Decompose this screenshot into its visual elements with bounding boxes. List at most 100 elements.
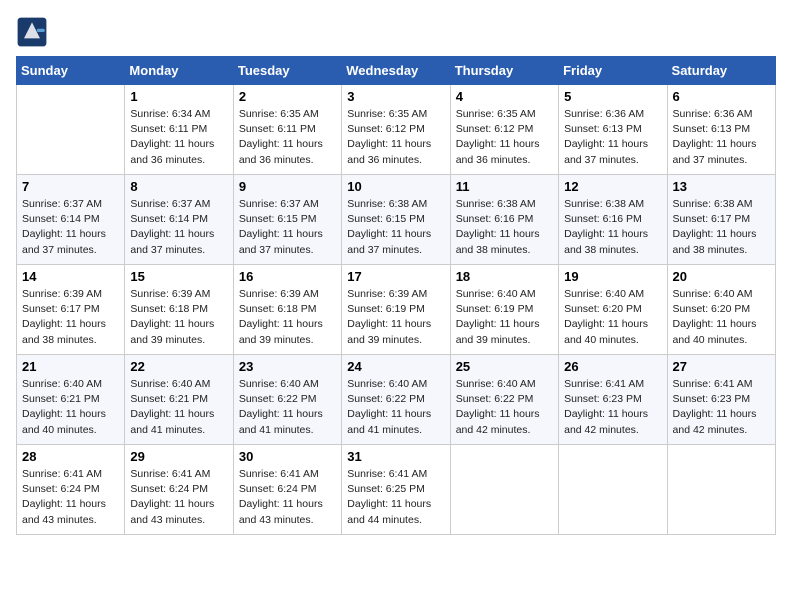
calendar-cell: 11 Sunrise: 6:38 AM Sunset: 6:16 PM Dayli… [450, 175, 558, 265]
day-info: Sunrise: 6:37 AM Sunset: 6:15 PM Dayligh… [239, 197, 336, 258]
calendar-cell: 30 Sunrise: 6:41 AM Sunset: 6:24 PM Dayli… [233, 445, 341, 535]
day-number: 26 [564, 359, 661, 374]
calendar-cell [559, 445, 667, 535]
calendar-cell: 8 Sunrise: 6:37 AM Sunset: 6:14 PM Daylig… [125, 175, 233, 265]
day-info: Sunrise: 6:41 AM Sunset: 6:25 PM Dayligh… [347, 467, 444, 528]
calendar-cell: 3 Sunrise: 6:35 AM Sunset: 6:12 PM Daylig… [342, 85, 450, 175]
day-info: Sunrise: 6:41 AM Sunset: 6:24 PM Dayligh… [130, 467, 227, 528]
calendar-cell: 24 Sunrise: 6:40 AM Sunset: 6:22 PM Dayli… [342, 355, 450, 445]
weekday-header-sunday: Sunday [17, 57, 125, 85]
calendar-cell: 16Sunrise: 6:39 AM Sunset: 6:18 PM Dayli… [233, 265, 341, 355]
day-info: Sunrise: 6:40 AM Sunset: 6:20 PM Dayligh… [564, 287, 661, 348]
day-info: Sunrise: 6:39 AM Sunset: 6:17 PM Dayligh… [22, 287, 119, 348]
calendar-cell: 2Sunrise: 6:35 AM Sunset: 6:11 PM Daylig… [233, 85, 341, 175]
day-info: Sunrise: 6:36 AM Sunset: 6:13 PM Dayligh… [564, 107, 661, 168]
weekday-header-row: SundayMondayTuesdayWednesdayThursdayFrid… [17, 57, 776, 85]
day-info: Sunrise: 6:35 AM Sunset: 6:11 PM Dayligh… [239, 107, 336, 168]
calendar-cell: 18 Sunrise: 6:40 AM Sunset: 6:19 PM Dayli… [450, 265, 558, 355]
day-number: 24 [347, 359, 444, 374]
day-number: 14 [22, 269, 119, 284]
weekday-header-monday: Monday [125, 57, 233, 85]
calendar-cell: 21 Sunrise: 6:40 AM Sunset: 6:21 PM Dayli… [17, 355, 125, 445]
calendar-cell: 29 Sunrise: 6:41 AM Sunset: 6:24 PM Dayli… [125, 445, 233, 535]
weekday-header-friday: Friday [559, 57, 667, 85]
calendar-week-row: 21 Sunrise: 6:40 AM Sunset: 6:21 PM Dayli… [17, 355, 776, 445]
day-info: Sunrise: 6:40 AM Sunset: 6:21 PM Dayligh… [22, 377, 119, 438]
weekday-header-saturday: Saturday [667, 57, 775, 85]
day-info: Sunrise: 6:41 AM Sunset: 6:23 PM Dayligh… [673, 377, 770, 438]
day-info: Sunrise: 6:41 AM Sunset: 6:23 PM Dayligh… [564, 377, 661, 438]
day-number: 6 [673, 89, 770, 104]
calendar-cell: 7 Sunrise: 6:37 AM Sunset: 6:14 PM Daylig… [17, 175, 125, 265]
day-info: Sunrise: 6:40 AM Sunset: 6:22 PM Dayligh… [347, 377, 444, 438]
calendar-week-row: 28Sunrise: 6:41 AM Sunset: 6:24 PM Dayli… [17, 445, 776, 535]
day-info: Sunrise: 6:39 AM Sunset: 6:18 PM Dayligh… [130, 287, 227, 348]
calendar-cell [667, 445, 775, 535]
calendar-cell: 23 Sunrise: 6:40 AM Sunset: 6:22 PM Dayli… [233, 355, 341, 445]
day-info: Sunrise: 6:39 AM Sunset: 6:19 PM Dayligh… [347, 287, 444, 348]
day-number: 7 [22, 179, 119, 194]
day-info: Sunrise: 6:38 AM Sunset: 6:17 PM Dayligh… [673, 197, 770, 258]
day-info: Sunrise: 6:40 AM Sunset: 6:22 PM Dayligh… [239, 377, 336, 438]
day-info: Sunrise: 6:35 AM Sunset: 6:12 PM Dayligh… [456, 107, 553, 168]
calendar-cell: 12Sunrise: 6:38 AM Sunset: 6:16 PM Dayli… [559, 175, 667, 265]
day-number: 4 [456, 89, 553, 104]
day-number: 29 [130, 449, 227, 464]
day-number: 23 [239, 359, 336, 374]
day-info: Sunrise: 6:38 AM Sunset: 6:16 PM Dayligh… [564, 197, 661, 258]
weekday-header-wednesday: Wednesday [342, 57, 450, 85]
calendar-cell: 10Sunrise: 6:38 AM Sunset: 6:15 PM Dayli… [342, 175, 450, 265]
day-info: Sunrise: 6:41 AM Sunset: 6:24 PM Dayligh… [239, 467, 336, 528]
logo [16, 16, 52, 48]
day-info: Sunrise: 6:35 AM Sunset: 6:12 PM Dayligh… [347, 107, 444, 168]
day-info: Sunrise: 6:40 AM Sunset: 6:22 PM Dayligh… [456, 377, 553, 438]
calendar-cell: 9 Sunrise: 6:37 AM Sunset: 6:15 PM Daylig… [233, 175, 341, 265]
day-number: 9 [239, 179, 336, 194]
day-info: Sunrise: 6:34 AM Sunset: 6:11 PM Dayligh… [130, 107, 227, 168]
calendar-week-row: 1Sunrise: 6:34 AM Sunset: 6:11 PM Daylig… [17, 85, 776, 175]
day-info: Sunrise: 6:40 AM Sunset: 6:21 PM Dayligh… [130, 377, 227, 438]
calendar-table: SundayMondayTuesdayWednesdayThursdayFrid… [16, 56, 776, 535]
day-info: Sunrise: 6:41 AM Sunset: 6:24 PM Dayligh… [22, 467, 119, 528]
calendar-cell [450, 445, 558, 535]
day-number: 30 [239, 449, 336, 464]
day-number: 15 [130, 269, 227, 284]
day-number: 13 [673, 179, 770, 194]
calendar-cell: 4 Sunrise: 6:35 AM Sunset: 6:12 PM Daylig… [450, 85, 558, 175]
calendar-cell [17, 85, 125, 175]
day-number: 5 [564, 89, 661, 104]
day-number: 31 [347, 449, 444, 464]
weekday-header-thursday: Thursday [450, 57, 558, 85]
calendar-cell: 15 Sunrise: 6:39 AM Sunset: 6:18 PM Dayli… [125, 265, 233, 355]
day-info: Sunrise: 6:37 AM Sunset: 6:14 PM Dayligh… [22, 197, 119, 258]
day-number: 25 [456, 359, 553, 374]
day-number: 18 [456, 269, 553, 284]
day-number: 10 [347, 179, 444, 194]
calendar-cell: 20 Sunrise: 6:40 AM Sunset: 6:20 PM Dayli… [667, 265, 775, 355]
day-info: Sunrise: 6:40 AM Sunset: 6:19 PM Dayligh… [456, 287, 553, 348]
calendar-cell: 25 Sunrise: 6:40 AM Sunset: 6:22 PM Dayli… [450, 355, 558, 445]
day-info: Sunrise: 6:38 AM Sunset: 6:16 PM Dayligh… [456, 197, 553, 258]
day-number: 19 [564, 269, 661, 284]
day-number: 21 [22, 359, 119, 374]
calendar-cell: 17Sunrise: 6:39 AM Sunset: 6:19 PM Dayli… [342, 265, 450, 355]
day-number: 3 [347, 89, 444, 104]
page-header [16, 16, 776, 48]
day-info: Sunrise: 6:40 AM Sunset: 6:20 PM Dayligh… [673, 287, 770, 348]
calendar-cell: 19 Sunrise: 6:40 AM Sunset: 6:20 PM Dayli… [559, 265, 667, 355]
calendar-week-row: 7 Sunrise: 6:37 AM Sunset: 6:14 PM Daylig… [17, 175, 776, 265]
day-info: Sunrise: 6:36 AM Sunset: 6:13 PM Dayligh… [673, 107, 770, 168]
day-number: 11 [456, 179, 553, 194]
calendar-cell: 26 Sunrise: 6:41 AM Sunset: 6:23 PM Dayli… [559, 355, 667, 445]
calendar-cell: 1Sunrise: 6:34 AM Sunset: 6:11 PM Daylig… [125, 85, 233, 175]
day-info: Sunrise: 6:37 AM Sunset: 6:14 PM Dayligh… [130, 197, 227, 258]
calendar-cell: 31 Sunrise: 6:41 AM Sunset: 6:25 PM Dayli… [342, 445, 450, 535]
calendar-cell: 14 Sunrise: 6:39 AM Sunset: 6:17 PM Dayli… [17, 265, 125, 355]
calendar-cell: 28Sunrise: 6:41 AM Sunset: 6:24 PM Dayli… [17, 445, 125, 535]
weekday-header-tuesday: Tuesday [233, 57, 341, 85]
calendar-cell: 5 Sunrise: 6:36 AM Sunset: 6:13 PM Daylig… [559, 85, 667, 175]
day-number: 8 [130, 179, 227, 194]
calendar-cell: 13 Sunrise: 6:38 AM Sunset: 6:17 PM Dayli… [667, 175, 775, 265]
day-number: 16 [239, 269, 336, 284]
day-number: 20 [673, 269, 770, 284]
